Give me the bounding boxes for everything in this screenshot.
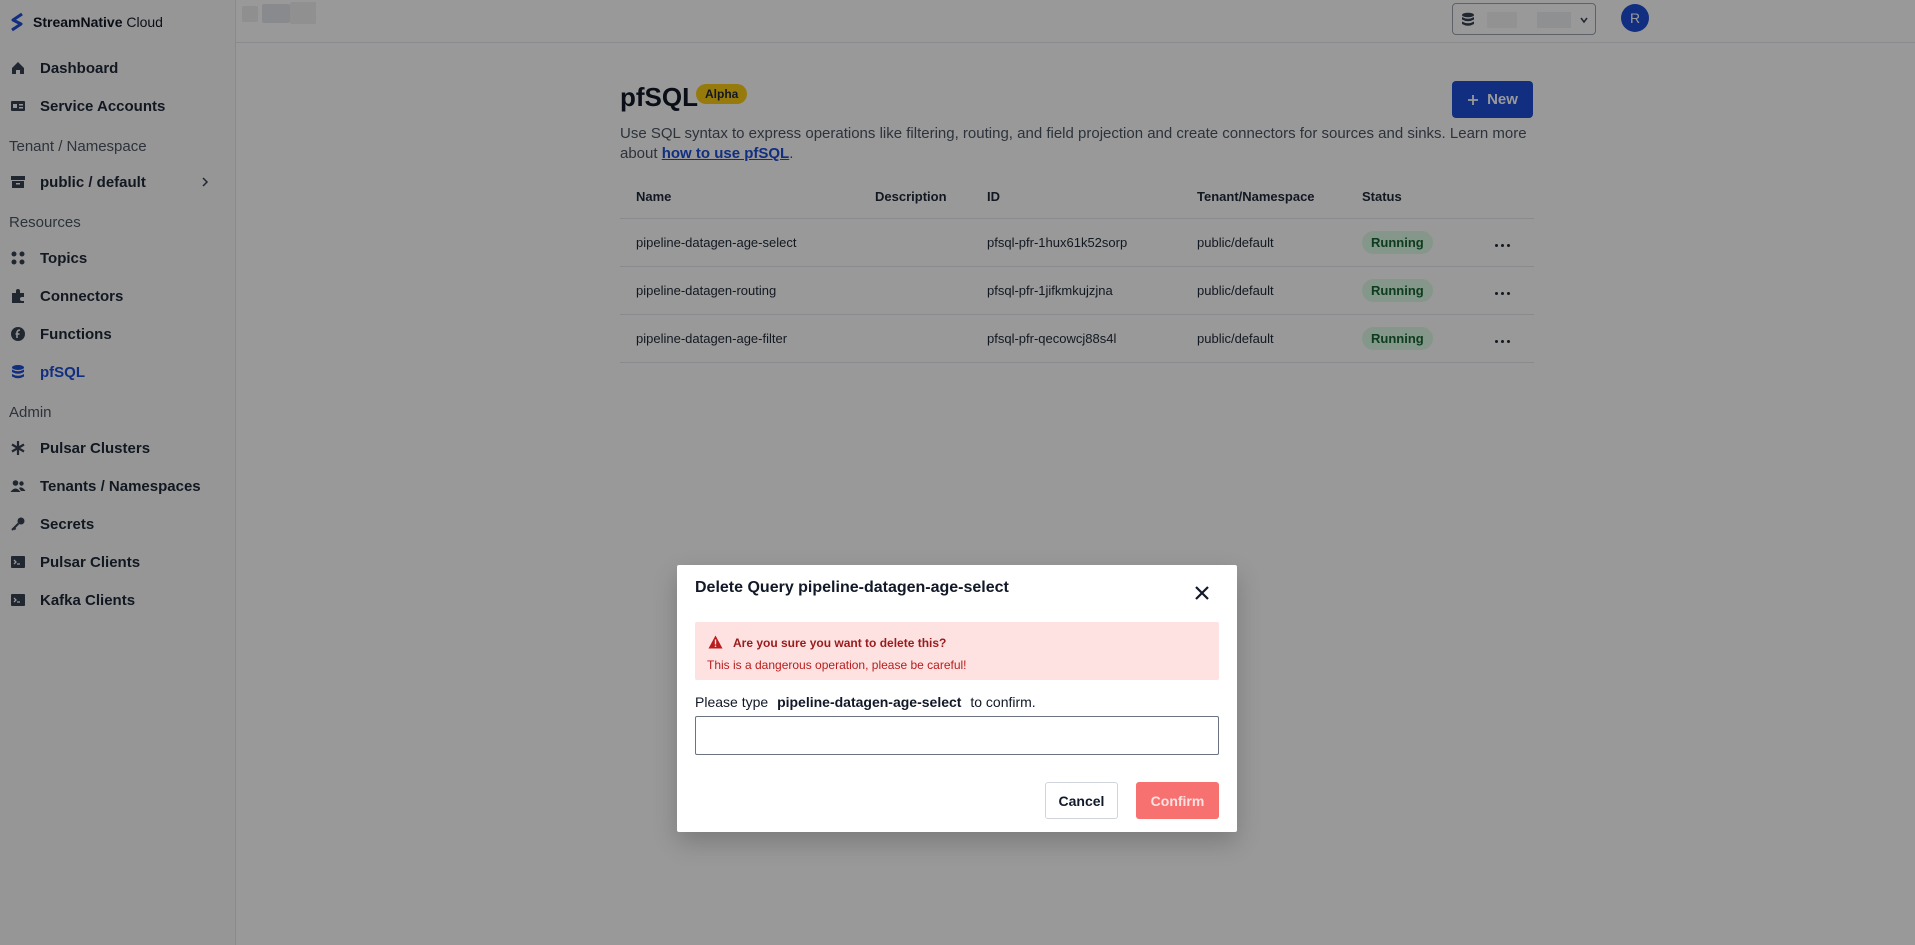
dialog-title: Delete Query pipeline-datagen-age-select xyxy=(695,579,1009,597)
delete-query-dialog: Delete Query pipeline-datagen-age-select… xyxy=(677,565,1237,832)
confirm-prefix: Please type xyxy=(695,694,768,710)
alert-title: Are you sure you want to delete this? xyxy=(733,636,946,650)
confirm-suffix: to confirm. xyxy=(970,694,1035,710)
confirm-instruction: Please type pipeline-datagen-age-select … xyxy=(695,694,1036,710)
close-icon[interactable] xyxy=(1192,583,1212,603)
cancel-button[interactable]: Cancel xyxy=(1045,782,1118,819)
confirm-button[interactable]: Confirm xyxy=(1136,782,1219,819)
confirm-name-input[interactable] xyxy=(695,716,1219,755)
confirm-target-name: pipeline-datagen-age-select xyxy=(772,694,966,710)
warning-icon xyxy=(708,635,723,649)
danger-alert: Are you sure you want to delete this? Th… xyxy=(695,622,1219,680)
alert-subtitle: This is a dangerous operation, please be… xyxy=(707,658,967,672)
